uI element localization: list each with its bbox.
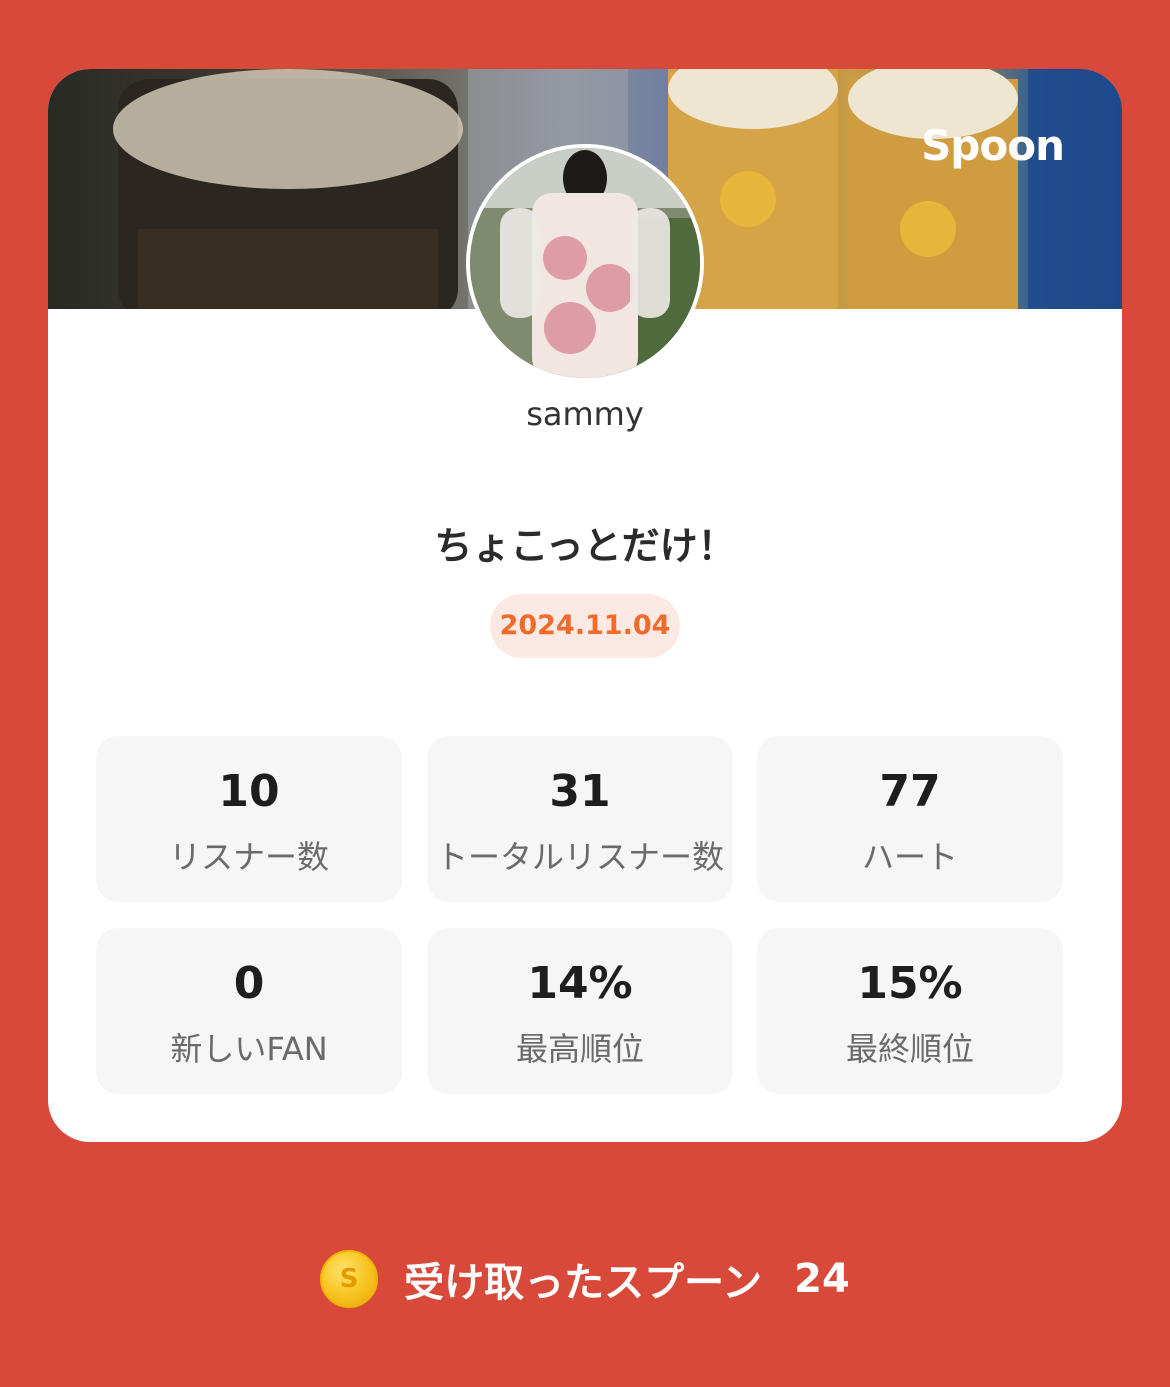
stat-label: トータルリスナー数 [435,838,724,876]
live-report-card: Spoon sammy ちょこっとだけ！ 2024.11.04 10 リスナー数… [48,69,1122,1142]
username: sammy [526,395,644,433]
stat-hearts: 77 ハート [757,736,1063,902]
stat-total-listeners: 31 トータルリスナー数 [427,736,733,902]
stat-value: 14% [527,958,633,1009]
avatar[interactable] [466,144,704,382]
avatar-photo [470,148,700,378]
stat-best-rank: 14% 最高順位 [427,928,733,1094]
stat-value: 77 [879,766,941,817]
stat-label: 最終順位 [845,1030,974,1068]
stat-value: 0 [233,958,265,1009]
stat-label: ハート [861,838,958,876]
live-title: ちょこっとだけ！ [434,524,736,568]
stat-final-rank: 15% 最終順位 [757,928,1063,1094]
stat-value: 31 [549,766,611,817]
spoon-coin-icon: S [320,1250,379,1308]
stat-label: 新しいFAN [170,1030,328,1068]
stat-new-fans: 0 新しいFAN [96,928,402,1094]
stat-value: 15% [857,958,963,1009]
received-spoons: S 受け取ったスプーン 24 [0,1250,1170,1320]
stat-label: 最高順位 [515,1030,644,1068]
received-spoons-count: 24 [794,1256,850,1302]
received-spoons-label: 受け取ったスプーン [404,1260,763,1306]
spoon-logo: Spoon [921,121,1065,170]
stat-value: 10 [218,766,280,817]
stat-listeners: 10 リスナー数 [96,736,402,902]
stat-label: リスナー数 [168,838,329,876]
date-badge: 2024.11.04 [490,594,680,658]
